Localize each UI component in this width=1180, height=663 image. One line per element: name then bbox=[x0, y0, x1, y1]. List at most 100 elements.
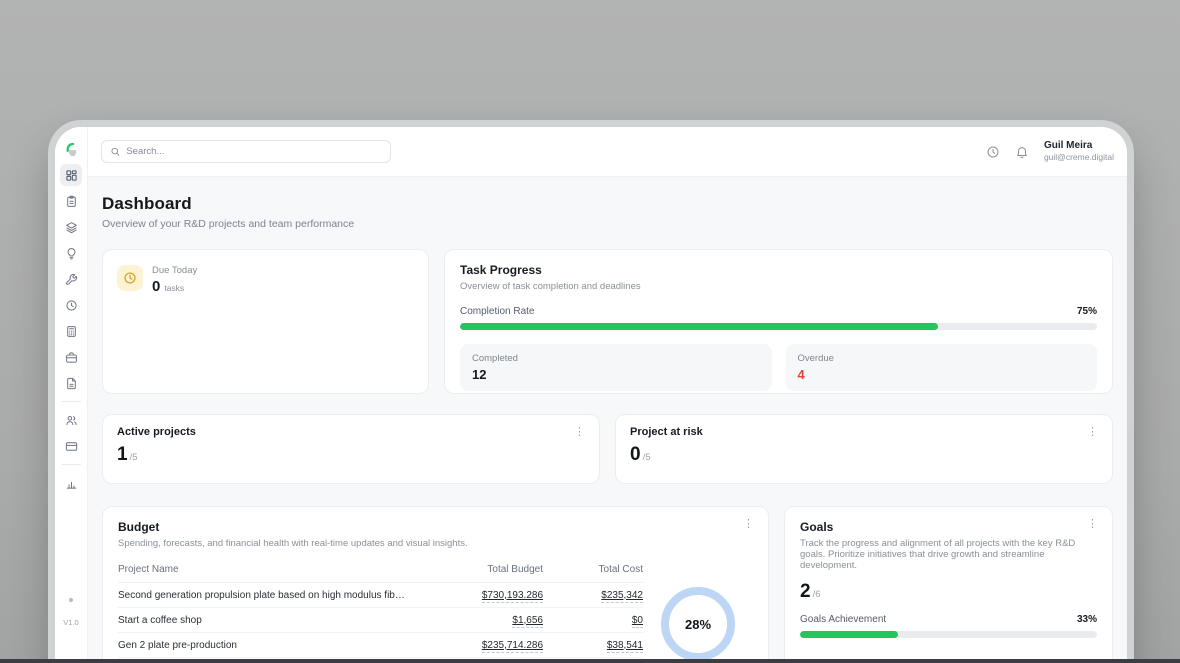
kebab-menu-icon[interactable]: ⋮ bbox=[570, 425, 589, 440]
notifications-button[interactable] bbox=[1015, 145, 1029, 159]
search-icon bbox=[110, 146, 120, 157]
sidebar-item-tasks[interactable] bbox=[60, 190, 82, 212]
history-clock-icon bbox=[986, 145, 1000, 159]
briefcase-icon bbox=[65, 351, 78, 364]
overdue-label: Overdue bbox=[798, 353, 1086, 364]
sidebar-item-dashboard[interactable] bbox=[60, 164, 82, 186]
budget-percent-ring: 28% bbox=[661, 587, 735, 661]
completed-stat-box: Completed 12 bbox=[460, 344, 772, 391]
table-row: Start a coffee shop $1,656 $0 bbox=[118, 608, 643, 633]
clipboard-icon bbox=[65, 195, 78, 208]
budget-subtitle: Spending, forecasts, and financial healt… bbox=[118, 538, 753, 549]
due-clock-icon bbox=[123, 271, 137, 285]
table-row: Second generation propulsion plate based… bbox=[118, 583, 643, 608]
creme-logo-icon[interactable] bbox=[60, 138, 82, 160]
lightbulb-icon bbox=[65, 247, 78, 260]
kebab-menu-icon[interactable]: ⋮ bbox=[1083, 425, 1102, 440]
project-name: Second generation propulsion plate based… bbox=[118, 590, 418, 601]
budget-title: Budget bbox=[118, 520, 753, 534]
cost-value[interactable]: $0 bbox=[632, 615, 643, 628]
layers-icon bbox=[65, 221, 78, 234]
task-progress-card: Task Progress Overview of task completio… bbox=[444, 249, 1113, 394]
active-projects-card: Active projects ⋮ 1 /5 bbox=[102, 414, 600, 484]
app-window: V1.0 bbox=[55, 127, 1127, 663]
goals-total: /6 bbox=[813, 589, 821, 600]
column-total-cost: Total Cost bbox=[543, 564, 643, 575]
budget-table: Project Name Total Budget Total Cost Sec… bbox=[118, 560, 643, 663]
history-button[interactable] bbox=[986, 145, 1000, 159]
bar-chart-icon bbox=[65, 477, 78, 490]
completed-value: 12 bbox=[472, 367, 760, 382]
project-at-risk-title: Project at risk bbox=[630, 426, 1098, 438]
completed-label: Completed bbox=[472, 353, 760, 364]
active-projects-title: Active projects bbox=[117, 426, 585, 438]
goals-card: Goals ⋮ Track the progress and alignment… bbox=[784, 506, 1113, 663]
due-today-label: Due Today bbox=[152, 265, 197, 276]
goals-achievement-percent: 33% bbox=[1077, 614, 1097, 625]
sidebar-item-tools[interactable] bbox=[60, 268, 82, 290]
goals-title: Goals bbox=[800, 520, 1097, 534]
project-name: Gen 2 plate pre-production bbox=[118, 640, 418, 651]
sidebar-item-time[interactable] bbox=[60, 294, 82, 316]
sidebar-item-calculator[interactable] bbox=[60, 320, 82, 342]
sidebar-divider bbox=[62, 401, 81, 402]
credit-card-icon bbox=[65, 440, 78, 453]
sidebar-collapse-dot[interactable] bbox=[69, 598, 73, 602]
sidebar-divider bbox=[62, 464, 81, 465]
calculator-icon bbox=[65, 325, 78, 338]
clock-icon bbox=[65, 299, 78, 312]
due-today-icon-box bbox=[117, 265, 143, 291]
top-bar: Guil Meira guil@creme.digital bbox=[88, 127, 1127, 177]
budget-value[interactable]: $235,714.286 bbox=[482, 640, 543, 653]
bell-icon bbox=[1015, 145, 1029, 159]
column-project-name: Project Name bbox=[118, 564, 418, 575]
goals-achievement-bar-fill bbox=[800, 631, 898, 638]
screen-bottom-edge bbox=[0, 659, 1180, 663]
project-at-risk-total: /5 bbox=[643, 452, 651, 463]
file-icon bbox=[65, 377, 78, 390]
kebab-menu-icon[interactable]: ⋮ bbox=[739, 517, 758, 532]
app-version: V1.0 bbox=[63, 618, 78, 627]
completion-rate-bar-fill bbox=[460, 323, 938, 330]
dashboard-grid-icon bbox=[65, 169, 78, 182]
project-at-risk-value: 0 bbox=[630, 444, 641, 466]
active-projects-total: /5 bbox=[130, 452, 138, 463]
user-menu[interactable]: Guil Meira guil@creme.digital bbox=[1044, 140, 1114, 163]
goals-subtitle: Track the progress and alignment of all … bbox=[800, 538, 1090, 571]
cost-value[interactable]: $235,342 bbox=[601, 590, 643, 603]
sidebar-item-layers[interactable] bbox=[60, 216, 82, 238]
cost-value[interactable]: $38,541 bbox=[607, 640, 643, 653]
kebab-menu-icon[interactable]: ⋮ bbox=[1083, 517, 1102, 532]
due-today-unit: tasks bbox=[164, 283, 184, 293]
completion-rate-label: Completion Rate bbox=[460, 306, 534, 317]
page-subtitle: Overview of your R&D projects and team p… bbox=[102, 218, 1113, 230]
overdue-stat-box: Overdue 4 bbox=[786, 344, 1098, 391]
task-progress-subtitle: Overview of task completion and deadline… bbox=[460, 281, 1097, 292]
sidebar-item-ideas[interactable] bbox=[60, 242, 82, 264]
users-icon bbox=[65, 414, 78, 427]
budget-percent-value: 28% bbox=[685, 617, 711, 632]
dashboard-content: Dashboard Overview of your R&D projects … bbox=[88, 177, 1127, 663]
due-today-value: 0 bbox=[152, 278, 160, 295]
goals-achievement-bar bbox=[800, 631, 1097, 638]
sidebar-item-reports[interactable] bbox=[60, 472, 82, 494]
search-input[interactable] bbox=[126, 146, 382, 157]
task-progress-title: Task Progress bbox=[460, 263, 1097, 277]
completion-rate-bar bbox=[460, 323, 1097, 330]
wrench-icon bbox=[65, 273, 78, 286]
sidebar-item-documents[interactable] bbox=[60, 372, 82, 394]
sidebar-item-team[interactable] bbox=[60, 409, 82, 431]
sidebar-item-projects[interactable] bbox=[60, 346, 82, 368]
table-row: Gen 2 plate pre-production $235,714.286 … bbox=[118, 633, 643, 658]
sidebar-item-billing[interactable] bbox=[60, 435, 82, 457]
search-box[interactable] bbox=[101, 140, 391, 163]
goals-achievement-label: Goals Achievement bbox=[800, 614, 886, 625]
user-name: Guil Meira bbox=[1044, 140, 1114, 153]
overdue-value: 4 bbox=[798, 367, 1086, 382]
budget-value[interactable]: $730,193.286 bbox=[482, 590, 543, 603]
column-total-budget: Total Budget bbox=[418, 564, 543, 575]
page-title: Dashboard bbox=[102, 194, 1113, 214]
budget-value[interactable]: $1,656 bbox=[512, 615, 543, 628]
project-name: Start a coffee shop bbox=[118, 615, 418, 626]
project-at-risk-card: Project at risk ⋮ 0 /5 bbox=[615, 414, 1113, 484]
